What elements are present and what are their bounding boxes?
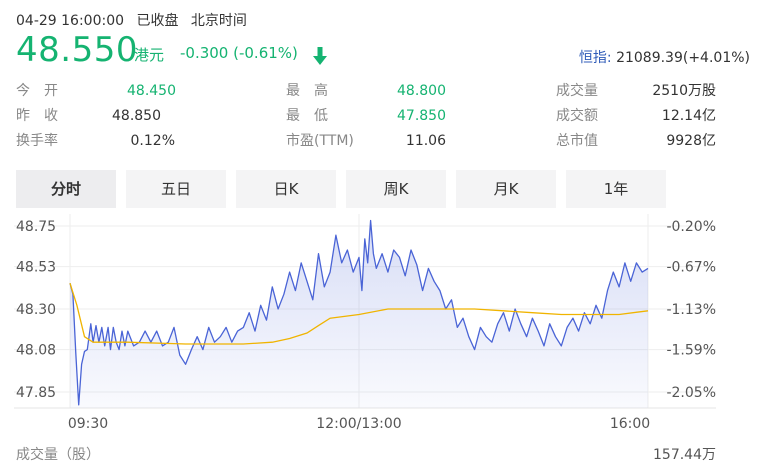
stat-high: 最 高 48.800 bbox=[286, 80, 446, 102]
index-quote[interactable]: 恒指: 21089.39(+4.01%) bbox=[579, 47, 750, 67]
stat-label: 成交量 bbox=[556, 83, 598, 99]
stat-value: 48.800 bbox=[397, 83, 446, 99]
tab-daily-k[interactable]: 日K bbox=[236, 170, 336, 208]
x-tick-label: 16:00 bbox=[610, 416, 650, 432]
intraday-chart[interactable]: 48.75 -0.20% 48.53 -0.67% 48.30 -1.13% 48.08 -1… bbox=[0, 212, 766, 465]
stat-value: 2510万股 bbox=[652, 83, 716, 99]
stat-value: 0.12% bbox=[130, 133, 175, 149]
stat-label: 最 高 bbox=[286, 83, 328, 99]
stat-value: 12.14亿 bbox=[661, 108, 716, 124]
stat-turnover-amount: 成交额 12.14亿 bbox=[556, 105, 716, 127]
stat-low: 最 低 47.850 bbox=[286, 105, 446, 127]
tab-intraday[interactable]: 分时 bbox=[16, 170, 116, 208]
quote-datetime: 04-29 16:00:00 bbox=[16, 13, 125, 29]
y-tick-label: 48.08 bbox=[16, 343, 56, 359]
stat-label: 成交额 bbox=[556, 108, 598, 124]
currency-label: 港元 bbox=[134, 46, 165, 64]
timezone-label: 北京时间 bbox=[190, 13, 247, 29]
y-tick-label: 47.85 bbox=[16, 385, 56, 401]
intraday-chart-svg[interactable]: 48.75 -0.20% 48.53 -0.67% 48.30 -1.13% 48.08 -1… bbox=[0, 212, 766, 465]
stat-value: 9928亿 bbox=[666, 133, 716, 149]
stat-prev-close: 昨 收 48.850 bbox=[16, 105, 161, 127]
stat-label: 今 开 bbox=[16, 83, 58, 99]
tab-five-day[interactable]: 五日 bbox=[126, 170, 226, 208]
stat-value: 48.850 bbox=[112, 108, 161, 124]
price-change: -0.300 (-0.61%) bbox=[180, 44, 298, 62]
last-price: 48.550 bbox=[16, 30, 138, 70]
tab-monthly-k[interactable]: 月K bbox=[456, 170, 556, 208]
y-tick-label: 48.30 bbox=[16, 302, 56, 318]
stat-label: 昨 收 bbox=[16, 108, 58, 124]
index-name[interactable]: 恒指: bbox=[579, 50, 612, 66]
stat-label: 市盈(TTM) bbox=[286, 133, 354, 149]
stat-pe-ttm: 市盈(TTM) 11.06 bbox=[286, 130, 446, 152]
status-line: 04-29 16:00:00 已收盘 北京时间 bbox=[16, 10, 255, 30]
tab-weekly-k[interactable]: 周K bbox=[346, 170, 446, 208]
pct-tick-label: -1.59% bbox=[666, 343, 716, 359]
index-value: 21089.39(+4.01%) bbox=[616, 50, 750, 66]
market-state: 已收盘 bbox=[136, 13, 179, 29]
stat-label: 总市值 bbox=[556, 133, 598, 149]
stat-label: 最 低 bbox=[286, 108, 328, 124]
tab-one-year[interactable]: 1年 bbox=[566, 170, 666, 208]
price-row: 48.550 港元 -0.300 (-0.61%) 恒指: 21089.39(+… bbox=[16, 32, 750, 68]
stat-label: 换手率 bbox=[16, 133, 58, 149]
volume-value: 157.44万 bbox=[653, 447, 716, 463]
pct-tick-label: -0.67% bbox=[666, 260, 716, 276]
arrow-down-icon bbox=[313, 47, 327, 65]
y-tick-label: 48.53 bbox=[16, 260, 56, 276]
pct-tick-label: -0.20% bbox=[666, 219, 716, 235]
volume-label: 成交量（股） bbox=[16, 446, 100, 463]
stat-value: 48.450 bbox=[127, 83, 176, 99]
y-tick-label: 48.75 bbox=[16, 219, 56, 235]
stat-open: 今 开 48.450 bbox=[16, 80, 176, 102]
x-tick-label: 12:00/13:00 bbox=[316, 416, 401, 432]
stat-volume: 成交量 2510万股 bbox=[556, 80, 716, 102]
pct-tick-label: -2.05% bbox=[666, 385, 716, 401]
stat-market-cap: 总市值 9928亿 bbox=[556, 130, 716, 152]
x-tick-label: 09:30 bbox=[68, 416, 108, 432]
stat-value: 47.850 bbox=[397, 108, 446, 124]
stat-turnover-rate: 换手率 0.12% bbox=[16, 130, 175, 152]
pct-tick-label: -1.13% bbox=[666, 302, 716, 318]
stat-value: 11.06 bbox=[405, 133, 446, 149]
